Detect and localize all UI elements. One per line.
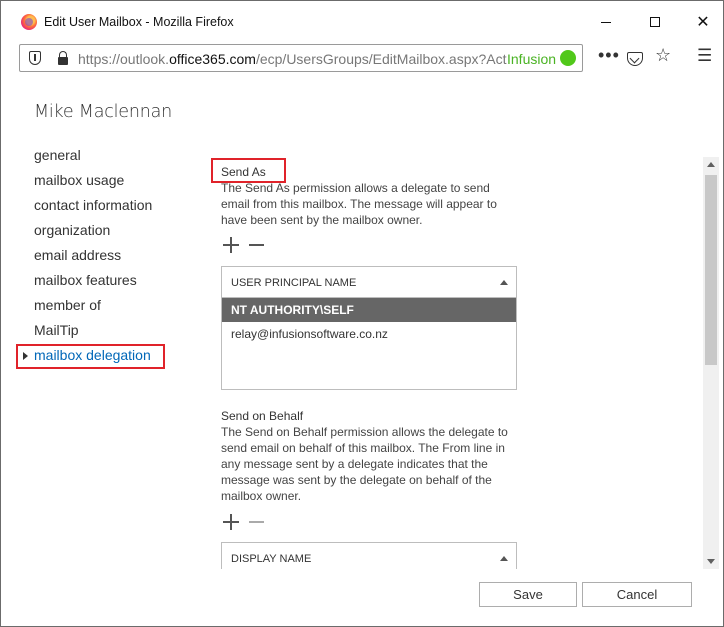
lock-icon[interactable] — [58, 51, 68, 65]
send-as-title: Send As — [221, 165, 266, 179]
title-bar: Edit User Mailbox - Mozilla Firefox ✕ — [1, 1, 723, 43]
sidebar-item-member-of[interactable]: member of — [34, 297, 101, 313]
minimize-icon — [601, 21, 611, 23]
minimize-button[interactable] — [592, 9, 620, 35]
window-title: Edit User Mailbox - Mozilla Firefox — [44, 15, 234, 29]
hamburger-menu-icon[interactable]: ☰ — [697, 46, 712, 66]
sidebar-item-contact-information[interactable]: contact information — [34, 197, 152, 213]
scroll-up-icon[interactable] — [707, 162, 715, 167]
extension-label[interactable]: Infusion — [507, 51, 556, 67]
column-header-display-name[interactable]: DISPLAY NAME — [222, 543, 516, 569]
sidebar-item-organization[interactable]: organization — [34, 222, 110, 238]
pocket-icon[interactable] — [627, 52, 643, 66]
vertical-scrollbar[interactable] — [703, 157, 719, 569]
save-button[interactable]: Save — [479, 582, 577, 607]
add-send-as-icon[interactable] — [223, 237, 239, 253]
url-text[interactable]: https://outlook.office365.com/ecp/UsersG… — [78, 51, 507, 67]
page-actions-icon[interactable]: ••• — [598, 45, 620, 66]
sidebar-item-general[interactable]: general — [34, 147, 81, 163]
url-bar[interactable]: https://outlook.office365.com/ecp/UsersG… — [19, 44, 583, 72]
remove-send-on-behalf-icon[interactable] — [249, 514, 265, 530]
send-as-description: The Send As permission allows a delegate… — [221, 181, 497, 227]
url-domain: office365.com — [169, 51, 256, 67]
column-header-user-principal-name[interactable]: USER PRINCIPAL NAME — [222, 267, 516, 298]
list-item[interactable]: NT AUTHORITY\SELF — [222, 298, 516, 322]
caret-right-icon — [23, 352, 28, 360]
tracking-protection-shield-icon[interactable] — [29, 51, 41, 65]
sidebar-item-email-address[interactable]: email address — [34, 247, 121, 263]
sidebar-item-mailbox-usage[interactable]: mailbox usage — [34, 172, 124, 188]
send-on-behalf-description: The Send on Behalf permission allows the… — [221, 425, 508, 503]
column-header-label: USER PRINCIPAL NAME — [231, 277, 357, 289]
active-item-highlight — [16, 344, 165, 369]
page-title: Mike Maclennan — [34, 102, 173, 122]
send-on-behalf-list[interactable]: DISPLAY NAME — [221, 542, 517, 569]
sidebar-item-mailtip[interactable]: MailTip — [34, 322, 79, 338]
browser-window: Edit User Mailbox - Mozilla Firefox ✕ ht… — [0, 0, 724, 627]
firefox-logo-icon — [21, 14, 37, 30]
url-path: /ecp/UsersGroups/EditMailbox.aspx?Act — [255, 51, 507, 67]
delegation-panel: Send As The Send As permission allows a … — [211, 157, 701, 569]
column-header-label: DISPLAY NAME — [231, 553, 312, 565]
list-item[interactable]: relay@infusionsoftware.co.nz — [222, 322, 516, 346]
maximize-button[interactable] — [641, 9, 669, 35]
sort-ascending-icon[interactable] — [500, 556, 508, 561]
nav-toolbar: https://outlook.office365.com/ecp/UsersG… — [1, 43, 723, 75]
url-prefix: https://outlook. — [78, 51, 170, 67]
cancel-button[interactable]: Cancel — [582, 582, 692, 607]
scroll-thumb[interactable] — [705, 175, 717, 365]
close-button[interactable]: ✕ — [689, 9, 717, 35]
close-icon: ✕ — [696, 14, 710, 31]
extension-status-icon[interactable] — [560, 50, 576, 66]
send-as-list[interactable]: USER PRINCIPAL NAME NT AUTHORITY\SELF re… — [221, 266, 517, 390]
sidebar-item-mailbox-features[interactable]: mailbox features — [34, 272, 137, 288]
remove-send-as-icon[interactable] — [249, 237, 265, 253]
send-on-behalf-title: Send on Behalf — [221, 409, 304, 423]
sort-ascending-icon[interactable] — [500, 280, 508, 285]
maximize-icon — [650, 17, 660, 27]
bookmark-star-icon[interactable]: ☆ — [655, 45, 671, 66]
add-send-on-behalf-icon[interactable] — [223, 514, 239, 530]
scroll-down-icon[interactable] — [707, 559, 715, 564]
